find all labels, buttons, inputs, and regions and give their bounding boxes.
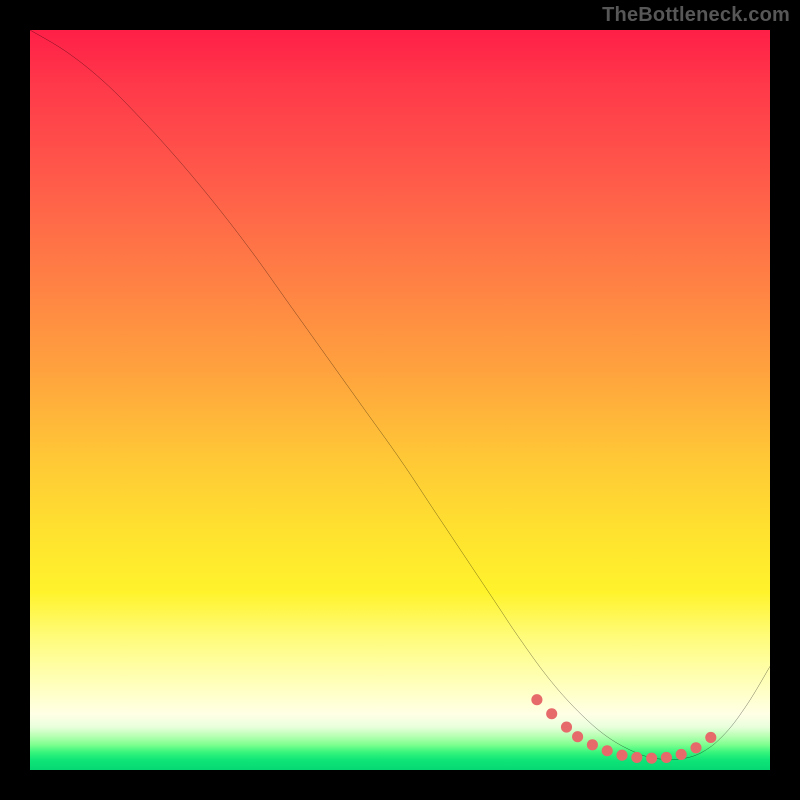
marker-dot [602, 745, 613, 756]
marker-dot [616, 750, 627, 761]
chart-svg [30, 30, 770, 770]
chart-container: TheBottleneck.com [0, 0, 800, 800]
optimal-zone-markers [531, 694, 716, 764]
marker-dot [690, 742, 701, 753]
marker-dot [661, 752, 672, 763]
marker-dot [676, 749, 687, 760]
marker-dot [561, 722, 572, 733]
bottleneck-curve [30, 30, 770, 760]
marker-dot [546, 708, 557, 719]
plot-area [30, 30, 770, 770]
marker-dot [572, 731, 583, 742]
watermark-text: TheBottleneck.com [602, 4, 790, 27]
marker-dot [631, 752, 642, 763]
marker-dot [646, 753, 657, 764]
marker-dot [531, 694, 542, 705]
marker-dot [587, 739, 598, 750]
marker-dot [705, 732, 716, 743]
